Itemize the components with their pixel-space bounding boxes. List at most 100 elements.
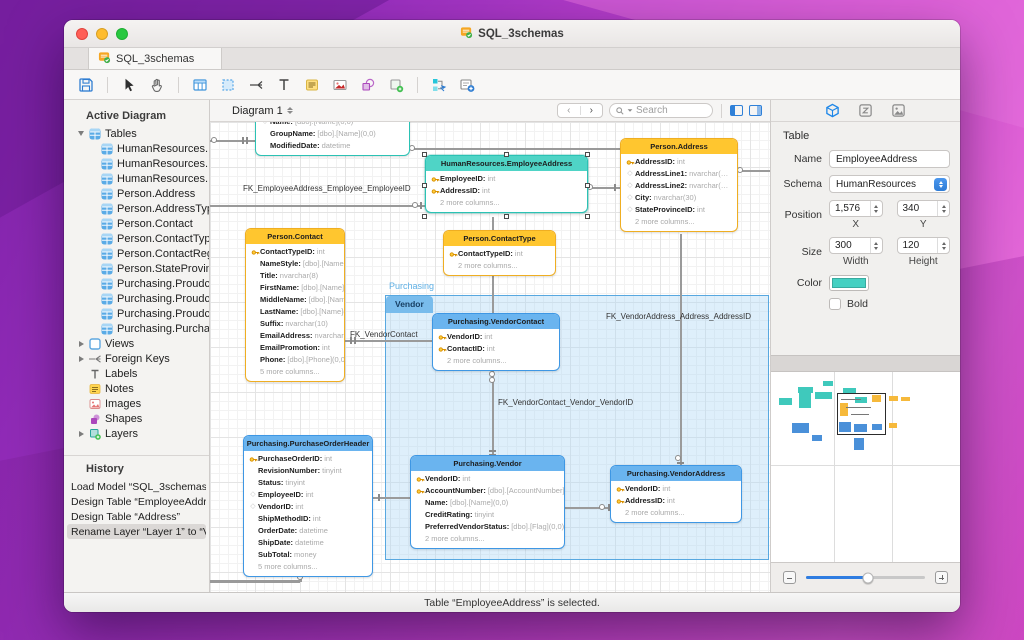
nav-back-button[interactable]: ‹ xyxy=(558,104,580,117)
sidebar-item-layers[interactable]: Layers xyxy=(64,426,209,441)
relation-connector[interactable] xyxy=(410,148,620,150)
fk-label[interactable]: FK_VendorContact_Vendor_VendorID xyxy=(498,398,633,407)
sidebar-item-humanresources-depar[interactable]: HumanResources.Depar... xyxy=(64,141,209,156)
new-note-button[interactable] xyxy=(300,74,324,96)
entity-person-address[interactable]: Person.AddressAddressID:int◇AddressLine1… xyxy=(620,138,738,232)
relation-connector[interactable] xyxy=(210,580,300,583)
tab-sql-3schemas[interactable]: SQL_3schemas xyxy=(88,48,222,69)
disclosure-open-icon[interactable] xyxy=(76,131,86,136)
selection-handle[interactable] xyxy=(504,214,509,219)
stepper-arrows-icon[interactable] xyxy=(870,201,882,216)
new-image-button[interactable] xyxy=(328,74,352,96)
selection-handle[interactable] xyxy=(504,152,509,157)
relation-connector[interactable] xyxy=(210,205,425,207)
tab-image-icon[interactable] xyxy=(891,103,906,118)
schema-select[interactable]: HumanResources xyxy=(829,175,950,193)
selection-handle[interactable] xyxy=(422,152,427,157)
hand-button[interactable] xyxy=(145,74,169,96)
tab-properties-cube-icon[interactable] xyxy=(825,103,840,118)
new-layer-button[interactable] xyxy=(384,74,408,96)
tab-text-icon[interactable] xyxy=(858,103,873,118)
save-button[interactable] xyxy=(74,74,98,96)
sidebar-item-shapes[interactable]: Shapes xyxy=(64,411,209,426)
disclosure-closed-icon[interactable] xyxy=(76,431,86,437)
sidebar-item-tables[interactable]: Tables xyxy=(64,126,209,141)
minimize-button[interactable] xyxy=(96,28,108,40)
stepper-arrows-icon[interactable] xyxy=(937,238,949,253)
relation-connector[interactable] xyxy=(492,274,494,313)
relation-connector[interactable] xyxy=(680,234,682,465)
sidebar-item-labels[interactable]: Labels xyxy=(64,366,209,381)
history-item[interactable]: Load Model “SQL_3schemas” xyxy=(67,479,206,494)
zoom-slider[interactable] xyxy=(806,576,925,579)
zoom-in-button[interactable] xyxy=(935,571,948,584)
diagram-canvas[interactable]: VendorPurchasingFK_EmployeeAddress_Emplo… xyxy=(210,122,770,592)
entity-department-partial[interactable]: ◇Name:[dbo].[Name](0,0)GroupName:[dbo].[… xyxy=(255,122,410,156)
sidebar-item-humanresources-emplo[interactable]: HumanResources.Emplo... xyxy=(64,156,209,171)
disclosure-closed-icon[interactable] xyxy=(76,341,86,347)
layer-tab[interactable]: Vendor xyxy=(386,296,433,313)
sidebar-item-person-contact[interactable]: Person.Contact xyxy=(64,216,209,231)
search-input[interactable]: Search xyxy=(609,103,713,118)
auto-layout-button[interactable] xyxy=(427,74,451,96)
toggle-right-panel-button[interactable] xyxy=(749,105,762,116)
entity-purchasing-purchaseorderheader[interactable]: Purchasing.PurchaseOrderHeaderPurchaseOr… xyxy=(243,435,373,577)
fk-label[interactable]: FK_EmployeeAddress_Employee_EmployeeID xyxy=(243,184,411,193)
sidebar-item-purchasing-proudctven[interactable]: Purchasing.ProudctVen... xyxy=(64,306,209,321)
position-x-stepper[interactable]: 1,576 xyxy=(829,200,883,217)
entity-humanresources-employeeaddress[interactable]: HumanResources.EmployeeAddressEmployeeID… xyxy=(425,155,588,213)
entity-purchasing-vendoraddress[interactable]: Purchasing.VendorAddressVendorID:intAddr… xyxy=(610,465,742,523)
size-height-stepper[interactable]: 120 xyxy=(897,237,951,254)
entity-person-contact[interactable]: Person.ContactContactTypeID:intNameStyle… xyxy=(245,228,345,382)
selection-button[interactable] xyxy=(216,74,240,96)
diagram-selector[interactable]: Diagram 1 xyxy=(232,105,293,117)
minimap-viewport[interactable] xyxy=(837,393,886,435)
zoom-button[interactable] xyxy=(116,28,128,40)
sidebar-item-person-addresstype[interactable]: Person.AddressType xyxy=(64,201,209,216)
history-item[interactable]: Design Table “EmployeeAddress” xyxy=(67,494,206,509)
stepper-arrows-icon[interactable] xyxy=(937,201,949,216)
sidebar-item-notes[interactable]: Notes xyxy=(64,381,209,396)
selection-handle[interactable] xyxy=(585,152,590,157)
fk-label[interactable]: FK_VendorAddress_Address_AddressID xyxy=(606,312,751,321)
position-y-stepper[interactable]: 340 xyxy=(897,200,951,217)
history-item[interactable]: Design Table “Address” xyxy=(67,509,206,524)
entity-purchasing-vendorcontact[interactable]: Purchasing.VendorContactVendorID:intCont… xyxy=(432,313,560,371)
relation-connector[interactable] xyxy=(345,340,432,342)
close-button[interactable] xyxy=(76,28,88,40)
sidebar-item-person-address[interactable]: Person.Address xyxy=(64,186,209,201)
sidebar-item-purchasing-proudctven[interactable]: Purchasing.ProudctVen... xyxy=(64,276,209,291)
relation-connector[interactable] xyxy=(492,217,494,230)
selection-handle[interactable] xyxy=(422,214,427,219)
color-well[interactable] xyxy=(829,275,869,291)
sidebar-item-humanresources-emplo[interactable]: HumanResources.Emplo... xyxy=(64,171,209,186)
minimap[interactable] xyxy=(771,372,960,562)
export-button[interactable] xyxy=(455,74,479,96)
sidebar-item-purchasing-proudctven[interactable]: Purchasing.ProudctVen... xyxy=(64,291,209,306)
new-shape-button[interactable] xyxy=(356,74,380,96)
titlebar[interactable]: SQL_3schemas xyxy=(64,20,960,48)
sidebar-item-person-contacttype[interactable]: Person.ContactType xyxy=(64,231,209,246)
history-item[interactable]: Rename Layer “Layer 1” to “Vendor” xyxy=(67,524,206,539)
new-foreign-key-button[interactable] xyxy=(244,74,268,96)
fk-label[interactable]: FK_VendorContact xyxy=(350,330,418,339)
selection-handle[interactable] xyxy=(585,183,590,188)
selection-handle[interactable] xyxy=(422,183,427,188)
sidebar-item-images[interactable]: Images xyxy=(64,396,209,411)
sidebar-item-person-contactregion[interactable]: Person.ContactRegion xyxy=(64,246,209,261)
size-width-stepper[interactable]: 300 xyxy=(829,237,883,254)
new-table-button[interactable] xyxy=(188,74,212,96)
sidebar-item-views[interactable]: Views xyxy=(64,336,209,351)
zoom-slider-knob[interactable] xyxy=(862,572,873,583)
entity-purchasing-vendor[interactable]: Purchasing.VendorVendorID:intAccountNumb… xyxy=(410,455,565,549)
sidebar-item-purchasing-purchasing[interactable]: Purchasing.Purchasing... xyxy=(64,321,209,336)
bold-checkbox[interactable] xyxy=(829,298,841,310)
relation-connector[interactable] xyxy=(492,371,494,455)
stepper-arrows-icon[interactable] xyxy=(870,238,882,253)
sidebar-item-person-stateprovince[interactable]: Person.StateProvince xyxy=(64,261,209,276)
disclosure-closed-icon[interactable] xyxy=(76,356,86,362)
zoom-out-button[interactable] xyxy=(783,571,796,584)
new-label-button[interactable] xyxy=(272,74,296,96)
name-input[interactable]: EmployeeAddress xyxy=(829,150,950,168)
nav-forward-button[interactable]: › xyxy=(581,104,603,117)
